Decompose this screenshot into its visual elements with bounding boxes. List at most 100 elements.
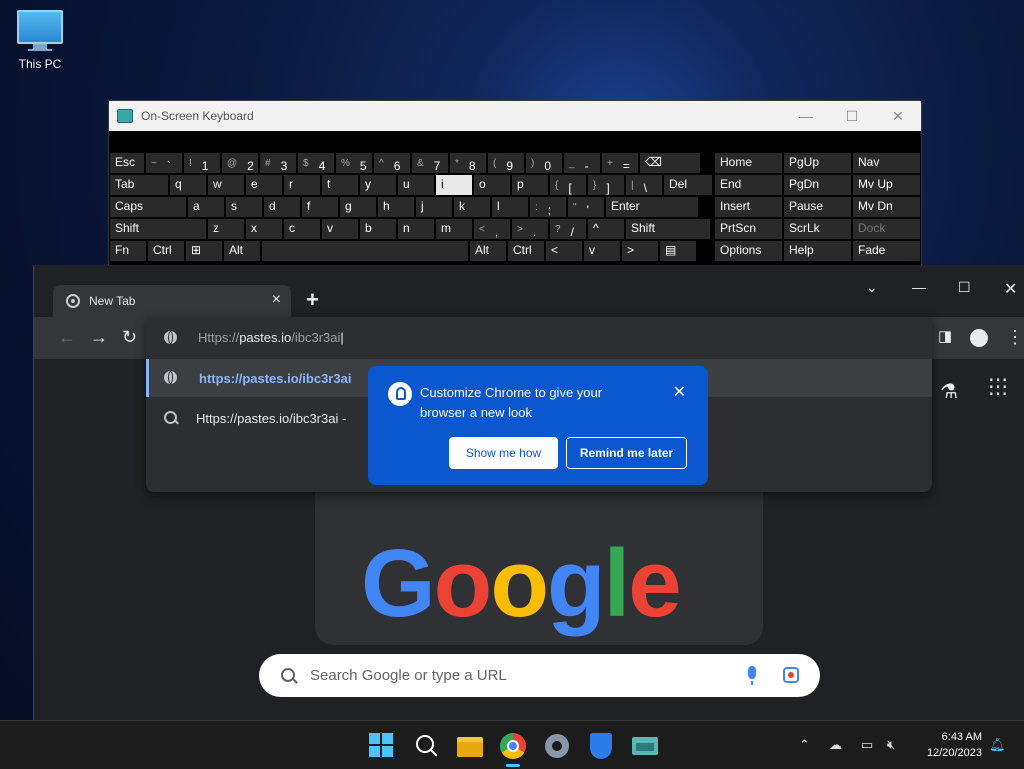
- osk-key[interactable]: [262, 241, 468, 261]
- osk-key[interactable]: <,: [474, 219, 510, 239]
- osk-key[interactable]: ? /: [550, 219, 586, 239]
- osk-key[interactable]: Shift: [626, 219, 710, 239]
- osk-key[interactable]: ^ 6: [374, 153, 410, 173]
- file-explorer-icon[interactable]: [457, 733, 483, 759]
- osk-key[interactable]: Nav: [853, 153, 920, 173]
- osk-key[interactable]: {[: [550, 175, 586, 195]
- osk-key[interactable]: Caps: [110, 197, 186, 217]
- osk-key[interactable]: n: [398, 219, 434, 239]
- osk-key[interactable]: a: [188, 197, 224, 217]
- osk-key[interactable]: u: [398, 175, 434, 195]
- osk-key[interactable]: r: [284, 175, 320, 195]
- osk-key[interactable]: Pause: [784, 197, 851, 217]
- osk-key[interactable]: ~ `: [146, 153, 182, 173]
- onedrive-cloud-icon[interactable]: ☁: [829, 737, 842, 753]
- osk-key[interactable]: <: [546, 241, 582, 261]
- this-pc-desktop-icon[interactable]: This PC: [14, 10, 66, 71]
- new-tab-button[interactable]: +: [306, 287, 319, 313]
- osk-key[interactable]: c: [284, 219, 320, 239]
- osk-key[interactable]: " ': [568, 197, 604, 217]
- search-icon[interactable]: [414, 733, 440, 759]
- network-icon[interactable]: ▭: [861, 737, 873, 753]
- osk-key[interactable]: m: [436, 219, 472, 239]
- osk-key[interactable]: d: [264, 197, 300, 217]
- apps-grid-icon[interactable]: ⋯ ⋯ ⋯: [988, 370, 1008, 404]
- notification-bell-icon[interactable]: 🔔︎: [989, 737, 1006, 753]
- osk-key[interactable]: % 5: [336, 153, 372, 173]
- osk-key[interactable]: i: [436, 175, 472, 195]
- osk-key[interactable]: Mv Dn: [853, 197, 920, 217]
- osk-key[interactable]: ^: [588, 219, 624, 239]
- osk-key[interactable]: Alt: [224, 241, 260, 261]
- maximize-button[interactable]: ☐: [829, 108, 875, 125]
- osk-key[interactable]: (9: [488, 153, 524, 173]
- osk-key[interactable]: Fade: [853, 241, 920, 261]
- osk-key[interactable]: Alt: [470, 241, 506, 261]
- osk-key[interactable]: l: [492, 197, 528, 217]
- osk-key[interactable]: Help: [784, 241, 851, 261]
- osk-key[interactable]: }]: [588, 175, 624, 195]
- side-panel-icon[interactable]: ◨: [938, 327, 952, 345]
- show-me-how-button[interactable]: Show me how: [449, 437, 558, 469]
- osk-key[interactable]: w: [208, 175, 244, 195]
- osk-key[interactable]: Mv Up: [853, 175, 920, 195]
- maximize-button[interactable]: ☐: [958, 279, 971, 296]
- profile-avatar-icon[interactable]: [970, 329, 988, 347]
- osk-key[interactable]: q: [170, 175, 206, 195]
- osk-key[interactable]: + =: [602, 153, 638, 173]
- osk-key[interactable]: ) 0: [526, 153, 562, 173]
- address-bar[interactable]: Https://pastes.io/ibc3r3ai|: [146, 317, 932, 359]
- osk-key[interactable]: t: [322, 175, 358, 195]
- volume-muted-icon[interactable]: 🔇︎: [887, 737, 895, 753]
- taskbar-clock[interactable]: 6:43 AM 12/20/2023: [916, 729, 982, 761]
- labs-flask-icon[interactable]: ⚗: [940, 379, 958, 404]
- osk-key[interactable]: & 7: [412, 153, 448, 173]
- close-button[interactable]: ✕: [875, 108, 921, 125]
- osk-key[interactable]: ScrLk: [784, 219, 851, 239]
- osk-key[interactable]: ▤: [660, 241, 696, 261]
- back-icon[interactable]: ←: [58, 327, 76, 348]
- osk-key[interactable]: f: [302, 197, 338, 217]
- osk-key[interactable]: ! 1: [184, 153, 220, 173]
- osk-key[interactable]: j: [416, 197, 452, 217]
- osk-key[interactable]: e: [246, 175, 282, 195]
- osk-key[interactable]: End: [715, 175, 782, 195]
- osk-key[interactable]: p: [512, 175, 548, 195]
- osk-key[interactable]: ⊞: [186, 241, 222, 261]
- osk-key[interactable]: Tab: [110, 175, 168, 195]
- osk-key[interactable]: >.: [512, 219, 548, 239]
- tab-new-tab[interactable]: New Tab ×: [53, 285, 291, 317]
- osk-key[interactable]: PgDn: [784, 175, 851, 195]
- osk-key[interactable]: Insert: [715, 197, 782, 217]
- on-screen-keyboard-taskbar-icon[interactable]: [632, 733, 658, 759]
- osk-key[interactable]: $4: [298, 153, 334, 173]
- osk-key[interactable]: v: [584, 241, 620, 261]
- osk-key[interactable]: y: [360, 175, 396, 195]
- tab-search-icon[interactable]: ⌄: [866, 279, 878, 296]
- osk-key[interactable]: | \: [626, 175, 662, 195]
- osk-key[interactable]: v: [322, 219, 358, 239]
- osk-key[interactable]: PgUp: [784, 153, 851, 173]
- start-windows-icon[interactable]: [369, 733, 395, 759]
- osk-key[interactable]: s: [226, 197, 262, 217]
- minimize-button[interactable]: —: [912, 279, 926, 295]
- remind-me-later-button[interactable]: Remind me later: [566, 437, 687, 469]
- chrome-icon[interactable]: [500, 733, 526, 767]
- osk-key[interactable]: _ -: [564, 153, 600, 173]
- osk-key[interactable]: g: [340, 197, 376, 217]
- osk-key[interactable]: o: [474, 175, 510, 195]
- defender-shield-icon[interactable]: [588, 733, 614, 759]
- menu-kebab-icon[interactable]: ⋮: [1006, 327, 1024, 348]
- google-lens-icon[interactable]: [783, 667, 799, 683]
- osk-key[interactable]: k: [454, 197, 490, 217]
- osk-key[interactable]: ⌫: [640, 153, 700, 173]
- osk-key[interactable]: :;: [530, 197, 566, 217]
- reload-icon[interactable]: ↻: [122, 327, 137, 348]
- osk-key[interactable]: @2: [222, 153, 258, 173]
- osk-key[interactable]: Del: [664, 175, 712, 195]
- osk-key[interactable]: h: [378, 197, 414, 217]
- close-tab-icon[interactable]: ×: [272, 291, 281, 309]
- osk-key[interactable]: Enter: [606, 197, 698, 217]
- osk-key[interactable]: Ctrl: [508, 241, 544, 261]
- osk-key[interactable]: x: [246, 219, 282, 239]
